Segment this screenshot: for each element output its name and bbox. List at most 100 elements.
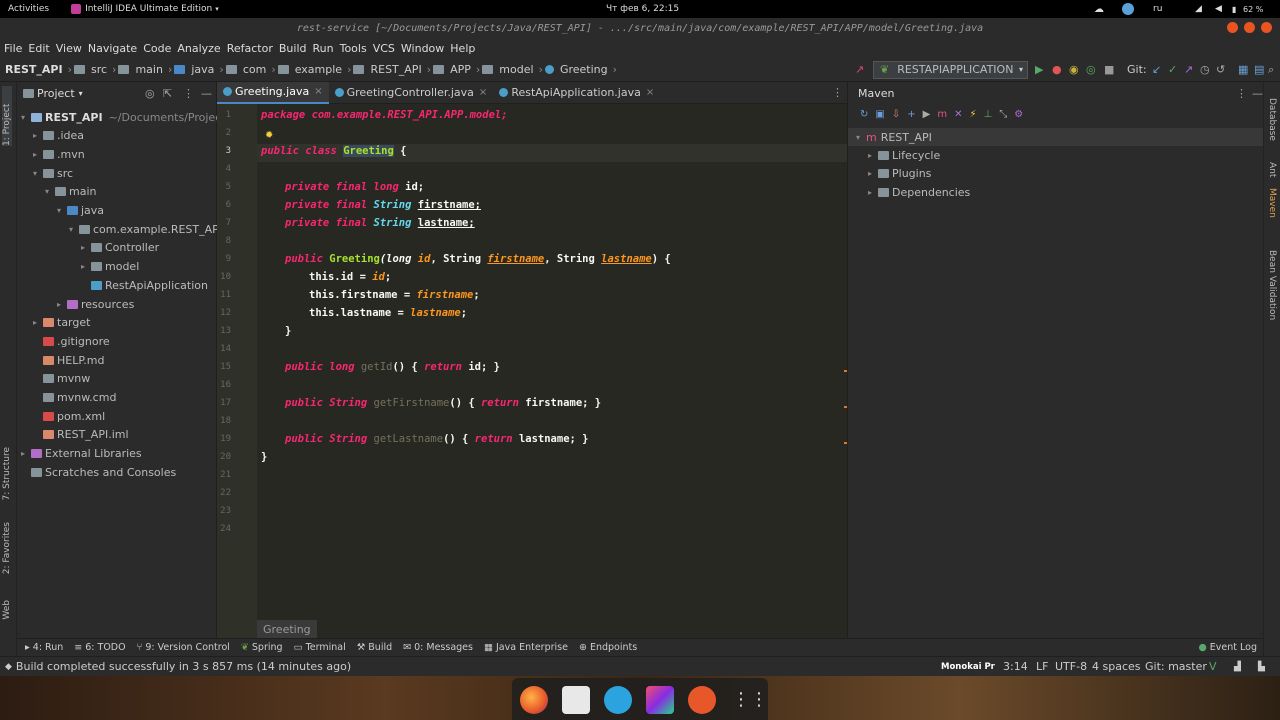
files-icon[interactable]: [562, 686, 590, 714]
breadcrumb-com[interactable]: com: [243, 63, 267, 76]
collapse-icon[interactable]: ⤡: [999, 109, 1007, 120]
close-tab-icon[interactable]: ×: [314, 86, 322, 97]
chevron-right-icon[interactable]: ▸: [81, 262, 91, 271]
maven-icon[interactable]: m: [937, 109, 947, 120]
menu-vcs[interactable]: VCS: [373, 42, 395, 55]
firefox-icon[interactable]: [520, 686, 548, 714]
menu-code[interactable]: Code: [143, 42, 171, 55]
tool-event-log[interactable]: ● Event Log: [1198, 642, 1257, 653]
coverage-icon[interactable]: ◉: [1069, 63, 1079, 76]
tree-item[interactable]: RestApiApplication: [17, 276, 208, 294]
menu-window[interactable]: Window: [401, 42, 444, 55]
lock-icon[interactable]: ▟: [1234, 662, 1241, 672]
maven-item-plugins[interactable]: ▸ Plugins: [868, 164, 931, 182]
tree-item[interactable]: ▾ main: [17, 183, 96, 201]
tab-rest-api-application-java[interactable]: RestApiApplication.java ×: [493, 82, 660, 104]
chevron-down-icon[interactable]: ▾: [69, 225, 79, 234]
run-icon[interactable]: ▶: [1035, 63, 1043, 76]
chevron-down-icon[interactable]: ▾: [57, 206, 67, 215]
settings-icon[interactable]: ⋮: [1236, 87, 1247, 100]
tree-item[interactable]: ▸ .mvn: [17, 145, 85, 163]
add-icon[interactable]: +: [907, 109, 915, 120]
tree-item[interactable]: HELP.md: [17, 351, 104, 369]
settings-icon[interactable]: ⋮: [183, 87, 194, 100]
memory-icon[interactable]: ▙: [1258, 662, 1265, 672]
menu-edit[interactable]: Edit: [28, 42, 49, 55]
toggle-offline-icon[interactable]: ✕: [954, 109, 962, 120]
breadcrumb-example[interactable]: example: [295, 63, 342, 76]
clock[interactable]: Чт фев 6, 22:15: [606, 4, 679, 14]
tab-project[interactable]: 1: Project: [2, 86, 12, 146]
hammer-icon[interactable]: ↗: [855, 63, 864, 76]
breadcrumb-app[interactable]: APP: [450, 63, 471, 76]
tree-item[interactable]: ▾ java: [17, 202, 104, 220]
git-push-icon[interactable]: ↗: [1184, 63, 1193, 76]
chevron-down-icon[interactable]: ▾: [21, 113, 31, 122]
menu-refactor[interactable]: Refactor: [227, 42, 273, 55]
tree-item[interactable]: ▸ .idea: [17, 127, 84, 145]
breadcrumb-rest-api[interactable]: REST_API: [370, 63, 421, 76]
breadcrumb-project[interactable]: REST_API: [5, 63, 63, 76]
breadcrumb-src[interactable]: src: [91, 63, 107, 76]
menu-build[interactable]: Build: [279, 42, 307, 55]
tree-item[interactable]: ▸ model: [17, 258, 139, 276]
app-menu[interactable]: IntelliJ IDEA Ultimate Edition ▾: [71, 4, 219, 14]
chevron-down-icon[interactable]: ▾: [79, 89, 83, 98]
gear-icon[interactable]: ⚙: [1014, 109, 1023, 120]
locate-icon[interactable]: ◎: [145, 87, 155, 100]
chevron-right-icon[interactable]: ▸: [33, 318, 43, 327]
menu-view[interactable]: View: [56, 42, 82, 55]
stop-icon[interactable]: ■: [1104, 63, 1114, 76]
tree-item[interactable]: REST_API.iml: [17, 426, 129, 444]
intellij-dock-icon[interactable]: [646, 686, 674, 714]
git-update-icon[interactable]: ↙: [1152, 63, 1161, 76]
run-icon[interactable]: ▶: [923, 109, 931, 120]
tab-maven[interactable]: Maven: [1267, 188, 1277, 218]
theme-indicator[interactable]: Monokai Pr: [941, 662, 995, 672]
file-encoding[interactable]: UTF-8: [1055, 660, 1087, 673]
chevron-right-icon[interactable]: ▸: [33, 150, 43, 159]
line-separator[interactable]: LF: [1036, 660, 1048, 673]
status-message[interactable]: Build completed successfully in 3 s 857 …: [16, 660, 351, 673]
tree-item[interactable]: ▾ REST_API ~/Documents/Projects/: [17, 108, 235, 126]
breadcrumb-greeting[interactable]: Greeting: [560, 63, 608, 76]
hide-icon[interactable]: —: [1252, 87, 1263, 100]
maven-root[interactable]: ▾ m REST_API: [848, 128, 1264, 146]
tab-greeting-java[interactable]: Greeting.java ×: [217, 81, 329, 104]
checkmark-icon[interactable]: V: [1209, 660, 1217, 673]
tool-run[interactable]: ▸ 4: Run: [25, 642, 63, 653]
tree-item[interactable]: ▾ com.example.REST_API.A: [17, 220, 233, 238]
tab-database[interactable]: Database: [1267, 98, 1277, 141]
tab-web[interactable]: Web: [2, 600, 12, 620]
lightbulb-icon[interactable]: ✹: [265, 130, 273, 141]
avatar-icon[interactable]: [1122, 3, 1134, 15]
tool-messages[interactable]: ✉ 0: Messages: [403, 642, 473, 653]
chevron-down-icon[interactable]: ▾: [33, 169, 43, 178]
lightning-icon[interactable]: ⚡: [969, 109, 976, 120]
git-branch[interactable]: Git: master: [1145, 660, 1207, 673]
close-tab-icon[interactable]: ×: [646, 87, 654, 98]
hide-icon[interactable]: —: [201, 87, 212, 100]
close-icon[interactable]: [1261, 22, 1272, 33]
project-structure-icon[interactable]: ▦: [1238, 63, 1248, 76]
debug-icon[interactable]: ●: [1052, 63, 1062, 76]
wifi-icon[interactable]: ◢: [1195, 4, 1202, 14]
editor-breadcrumb[interactable]: Greeting: [257, 620, 317, 638]
breadcrumb-model[interactable]: model: [499, 63, 533, 76]
tree-item[interactable]: ▸ External Libraries: [17, 445, 142, 463]
tree-item[interactable]: ▾ src: [17, 164, 73, 182]
tool-endpoints[interactable]: ⊕ Endpoints: [579, 642, 637, 653]
chevron-right-icon[interactable]: ▸: [57, 300, 67, 309]
tool-spring[interactable]: ❦ Spring: [241, 642, 283, 653]
maven-item-lifecycle[interactable]: ▸ Lifecycle: [868, 146, 940, 164]
git-commit-icon[interactable]: ✓: [1168, 63, 1177, 76]
postman-icon[interactable]: [688, 686, 716, 714]
indent-setting[interactable]: 4 spaces: [1092, 660, 1141, 673]
maven-item-dependencies[interactable]: ▸ Dependencies: [868, 183, 970, 201]
folder-add-icon[interactable]: ▣: [875, 109, 884, 120]
tree-item[interactable]: .gitignore: [17, 332, 110, 350]
close-tab-icon[interactable]: ×: [479, 87, 487, 98]
reload-icon[interactable]: ↻: [860, 109, 868, 120]
run-config-select[interactable]: ❦ RESTAPIAPPLICATION ▾: [873, 60, 1028, 79]
tree-item[interactable]: ▸ target: [17, 314, 90, 332]
